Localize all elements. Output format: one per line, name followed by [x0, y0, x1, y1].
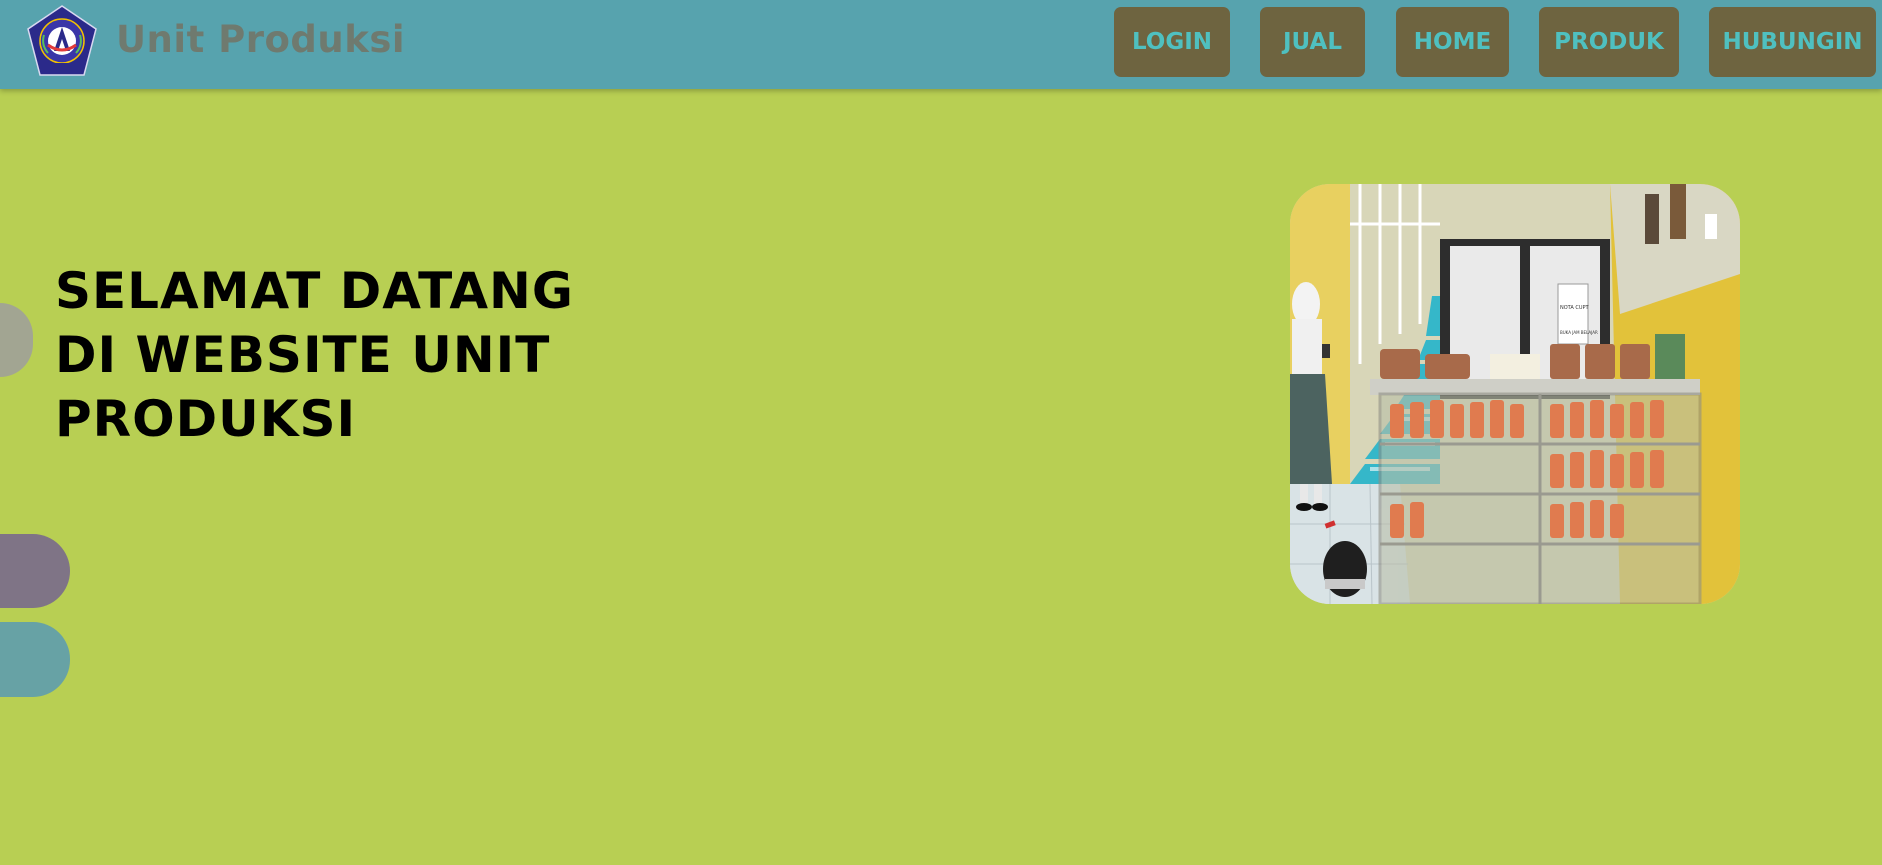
decorative-pill-purple [0, 534, 70, 608]
store-photo: NOTA CUPT BUKA JAM BELAJAR [1290, 184, 1740, 604]
nav-jual-button[interactable]: JUAL [1260, 7, 1365, 77]
hero-welcome-heading: SELAMAT DATANG DI WEBSITE UNIT PRODUKSI [55, 262, 574, 448]
nav-produk-button[interactable]: PRODUK [1539, 7, 1679, 77]
nav-login-button[interactable]: LOGIN [1114, 7, 1230, 77]
top-navigation-bar: Unit Produksi LOGIN JUAL HOME PRODUK HUB… [0, 0, 1882, 89]
logo-emblem-icon [27, 5, 97, 76]
store-photo-image: NOTA CUPT BUKA JAM BELAJAR [1290, 184, 1740, 604]
photo-sign-label: NOTA CUPT [1560, 305, 1590, 311]
decorative-pill-teal [0, 622, 70, 697]
site-brand-title[interactable]: Unit Produksi [116, 18, 405, 61]
nav-hubungin-button[interactable]: HUBUNGIN [1709, 7, 1876, 77]
photo-sign-label-2: BUKA JAM BELAJAR [1560, 330, 1598, 335]
school-logo[interactable] [26, 5, 98, 79]
decorative-pill-gray [0, 303, 33, 377]
nav-home-button[interactable]: HOME [1396, 7, 1509, 77]
